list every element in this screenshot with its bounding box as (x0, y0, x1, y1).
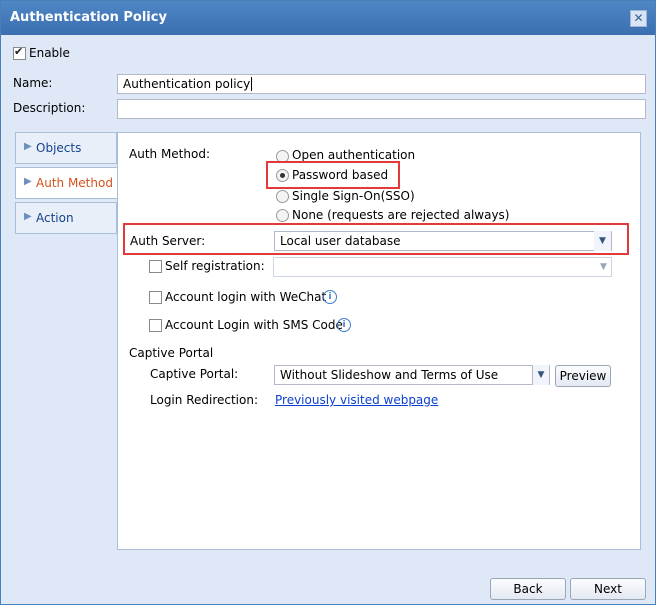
tab-auth-method-label: Auth Method (36, 176, 113, 190)
self-registration-label: Self registration: (165, 259, 265, 273)
tab-objects-label: Objects (36, 141, 82, 155)
wechat-login-label: Account login with WeChat (165, 290, 327, 304)
self-registration-checkbox[interactable] (149, 260, 162, 273)
title-bar[interactable]: Authentication Policy ✕ (1, 1, 655, 35)
description-label: Description: (13, 101, 86, 115)
description-field[interactable] (117, 99, 646, 119)
tab-action-label: Action (36, 211, 74, 225)
info-icon[interactable]: i (323, 290, 337, 304)
back-button[interactable]: Back (490, 578, 566, 600)
tab-auth-method[interactable]: ▶ Auth Method (15, 167, 118, 199)
sms-login-checkbox[interactable] (149, 319, 162, 332)
auth-method-label: Auth Method: (129, 147, 210, 161)
enable-label: Enable (29, 46, 70, 60)
radio-single-sign-on[interactable] (276, 190, 289, 203)
captive-portal-select[interactable]: Without Slideshow and Terms of Use (274, 365, 550, 385)
highlight-password-based (266, 161, 400, 189)
login-redirection-label: Login Redirection: (150, 393, 258, 407)
self-registration-select[interactable] (273, 257, 612, 277)
close-icon[interactable]: ✕ (630, 10, 647, 27)
radio-none[interactable] (276, 209, 289, 222)
captive-portal-section-label: Captive Portal (129, 346, 214, 360)
chevron-right-icon: ▶ (24, 211, 32, 222)
radio-none-label: None (requests are rejected always) (292, 208, 510, 222)
enable-checkbox[interactable] (13, 45, 26, 60)
tab-objects[interactable]: ▶ Objects (15, 132, 117, 164)
chevron-right-icon: ▶ (24, 176, 32, 187)
chevron-down-icon[interactable]: ▼ (595, 257, 612, 277)
dialog-title: Authentication Policy (10, 10, 167, 25)
tab-action[interactable]: ▶ Action (15, 202, 117, 234)
wechat-login-checkbox[interactable] (149, 291, 162, 304)
next-button[interactable]: Next (570, 578, 646, 600)
name-field[interactable]: Authentication policy (117, 74, 646, 94)
chevron-down-icon[interactable]: ▼ (532, 365, 549, 385)
radio-single-sign-on-label: Single Sign-On(SSO) (292, 189, 415, 203)
name-value: Authentication policy (123, 77, 251, 91)
info-icon[interactable]: i (337, 318, 351, 332)
captive-portal-label: Captive Portal: (150, 367, 239, 381)
chevron-right-icon: ▶ (24, 141, 32, 152)
authentication-policy-dialog: Authentication Policy ✕ Enable Name: Aut… (0, 0, 656, 605)
radio-open-authentication-label: Open authentication (292, 148, 416, 162)
captive-portal-value: Without Slideshow and Terms of Use (280, 368, 499, 382)
highlight-auth-server (123, 223, 629, 255)
preview-button[interactable]: Preview (555, 365, 611, 387)
previously-visited-webpage-link[interactable]: Previously visited webpage (275, 393, 438, 407)
sms-login-label: Account Login with SMS Code (165, 318, 343, 332)
name-label: Name: (13, 76, 53, 90)
